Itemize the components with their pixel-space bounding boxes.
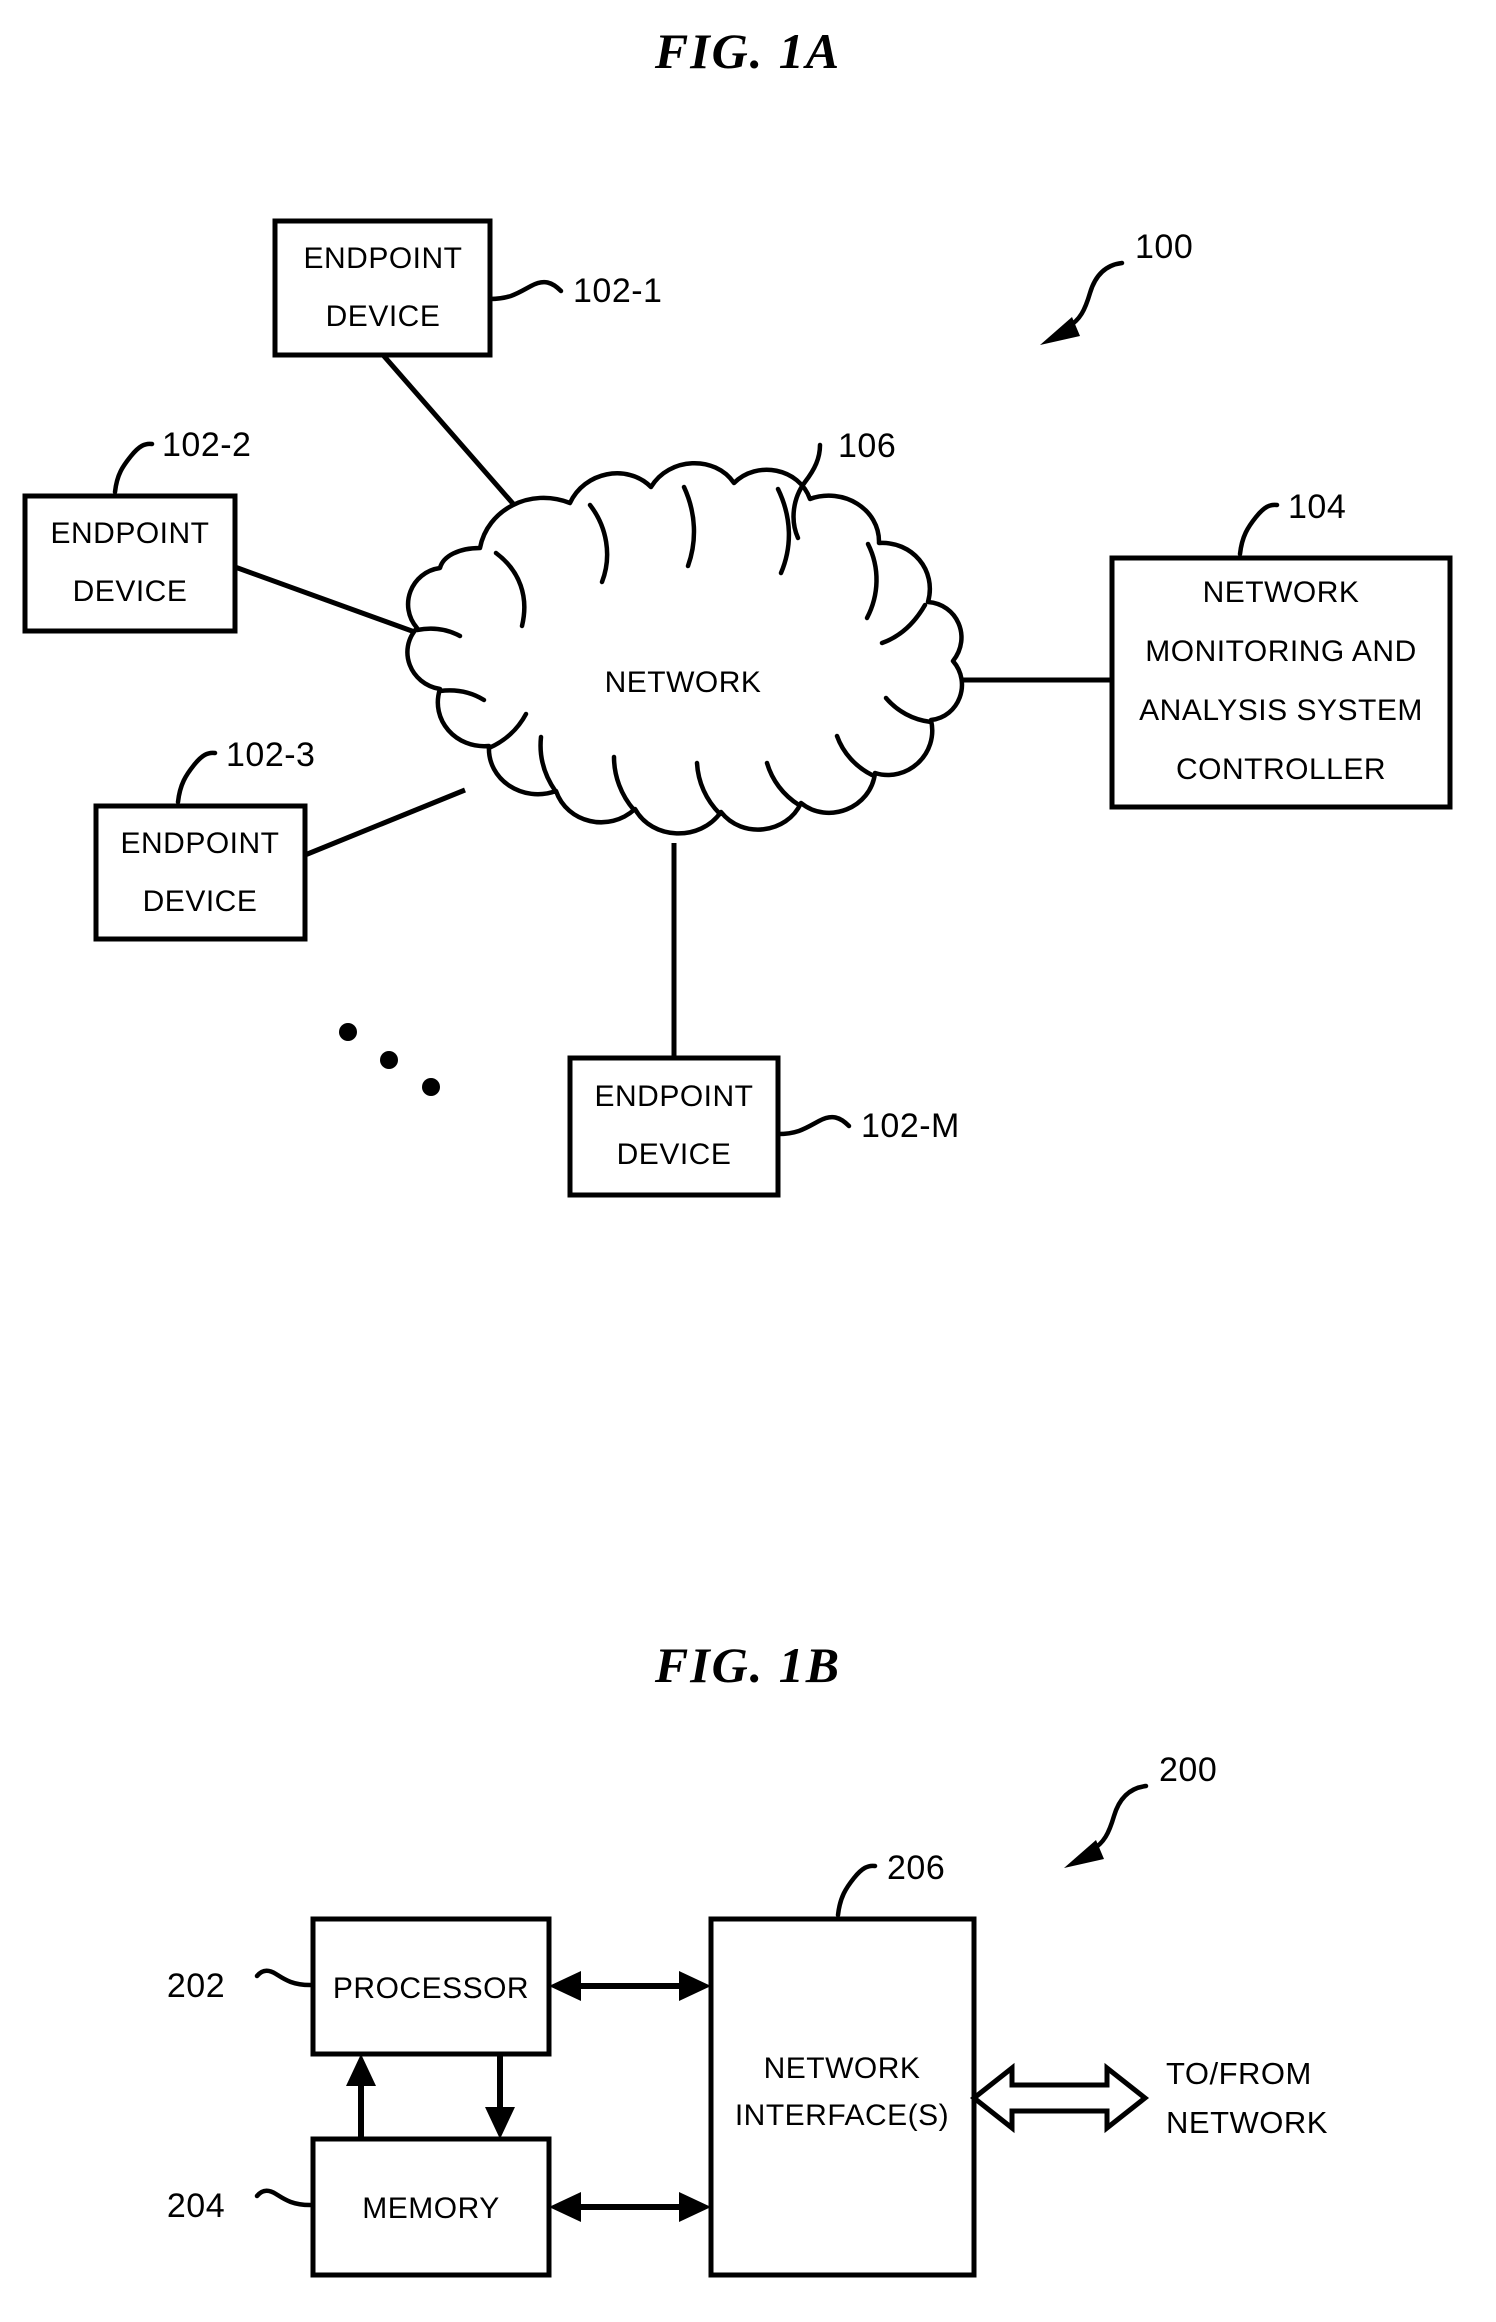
system-200-reference: 200 <box>1159 1751 1217 1789</box>
processor-label: PROCESSOR <box>333 1972 529 2005</box>
endpoint-device-2: ENDPOINT DEVICE 102-2 <box>22 426 251 634</box>
network-cloud: NETWORK <box>405 460 965 836</box>
network-cloud-label: NETWORK <box>605 666 762 699</box>
endpoint-device-1-leader <box>487 279 564 302</box>
processor-leader <box>254 1968 313 1988</box>
network-interface-box <box>708 1916 977 2278</box>
endpoint-device-1-label-line2: DEVICE <box>326 300 441 333</box>
to-from-network-label-line2: NETWORK <box>1166 2105 1328 2140</box>
memory-block: MEMORY 204 <box>167 2136 552 2278</box>
arrow-memory-interface <box>549 2192 711 2222</box>
endpoint-device-3-box <box>93 803 308 942</box>
endpoint-device-2-leader <box>112 441 155 495</box>
endpoint-device-1-reference: 102-1 <box>573 272 662 310</box>
endpoint-device-m-box <box>567 1055 781 1198</box>
system-100-leader <box>1040 260 1125 345</box>
fig-1b-title: FIG. 1B <box>654 1637 841 1693</box>
monitoring-controller-label-line1: NETWORK <box>1203 576 1360 609</box>
endpoint-device-3-label-line2: DEVICE <box>143 885 258 918</box>
endpoint-device-3-reference: 102-3 <box>226 736 315 774</box>
endpoint-device-3: ENDPOINT DEVICE 102-3 <box>93 736 315 942</box>
fig-1a-title: FIG. 1A <box>654 23 841 79</box>
arrow-processor-to-memory <box>485 2054 515 2139</box>
endpoint-device-3-label-line1: ENDPOINT <box>120 827 279 860</box>
endpoint-device-m-leader <box>775 1114 852 1137</box>
network-interface-leader <box>835 1863 878 1918</box>
cloud-reference: 106 <box>838 427 896 465</box>
endpoint-device-1: ENDPOINT DEVICE 102-1 <box>272 218 662 358</box>
system-200-leader <box>1064 1783 1149 1868</box>
arrow-to-from-network <box>969 2062 1150 2134</box>
patent-drawing-sheet: FIG. 1A 100 NETWORK 106 ENDPOINT DEVICE … <box>0 0 1496 2322</box>
monitoring-controller-leader <box>1237 502 1280 557</box>
system-100-reference: 100 <box>1135 228 1193 266</box>
endpoint-device-2-label-line1: ENDPOINT <box>50 517 209 550</box>
memory-reference: 204 <box>167 2187 225 2225</box>
figure-canvas: FIG. 1A 100 NETWORK 106 ENDPOINT DEVICE … <box>22 23 1453 2278</box>
monitoring-controller-label-line4: CONTROLLER <box>1176 753 1386 786</box>
processor-block: PROCESSOR 202 <box>167 1916 552 2057</box>
monitoring-controller-label-line3: ANALYSIS SYSTEM <box>1139 694 1423 727</box>
network-interface-label-line2: INTERFACE(S) <box>735 2099 949 2132</box>
monitoring-controller-reference: 104 <box>1288 488 1346 526</box>
endpoint-device-m-label-line1: ENDPOINT <box>594 1080 753 1113</box>
link-ep3-network <box>304 787 466 858</box>
endpoint-device-m: ENDPOINT DEVICE 102-M <box>567 1055 960 1198</box>
monitoring-controller: NETWORK MONITORING AND ANALYSIS SYSTEM C… <box>1109 488 1453 810</box>
endpoint-device-m-label-line2: DEVICE <box>617 1138 732 1171</box>
to-from-network-label-line1: TO/FROM <box>1166 2056 1312 2091</box>
endpoint-device-ellipsis <box>339 1023 440 1096</box>
network-interface-block: NETWORK INTERFACE(S) 206 <box>708 1849 977 2278</box>
endpoint-device-2-label-line2: DEVICE <box>73 575 188 608</box>
memory-leader <box>254 2188 313 2208</box>
network-interface-reference: 206 <box>887 1849 945 1887</box>
memory-label: MEMORY <box>362 2192 499 2225</box>
endpoint-device-m-reference: 102-M <box>861 1107 960 1145</box>
endpoint-device-3-leader <box>175 750 218 805</box>
network-interface-label-line1: NETWORK <box>764 2052 921 2085</box>
arrow-processor-interface <box>549 1971 711 2001</box>
monitoring-controller-label-line2: MONITORING AND <box>1145 635 1416 668</box>
endpoint-device-1-label-line1: ENDPOINT <box>303 242 462 275</box>
arrow-memory-to-processor <box>346 2054 376 2139</box>
endpoint-device-2-reference: 102-2 <box>162 426 251 464</box>
processor-reference: 202 <box>167 1967 225 2005</box>
